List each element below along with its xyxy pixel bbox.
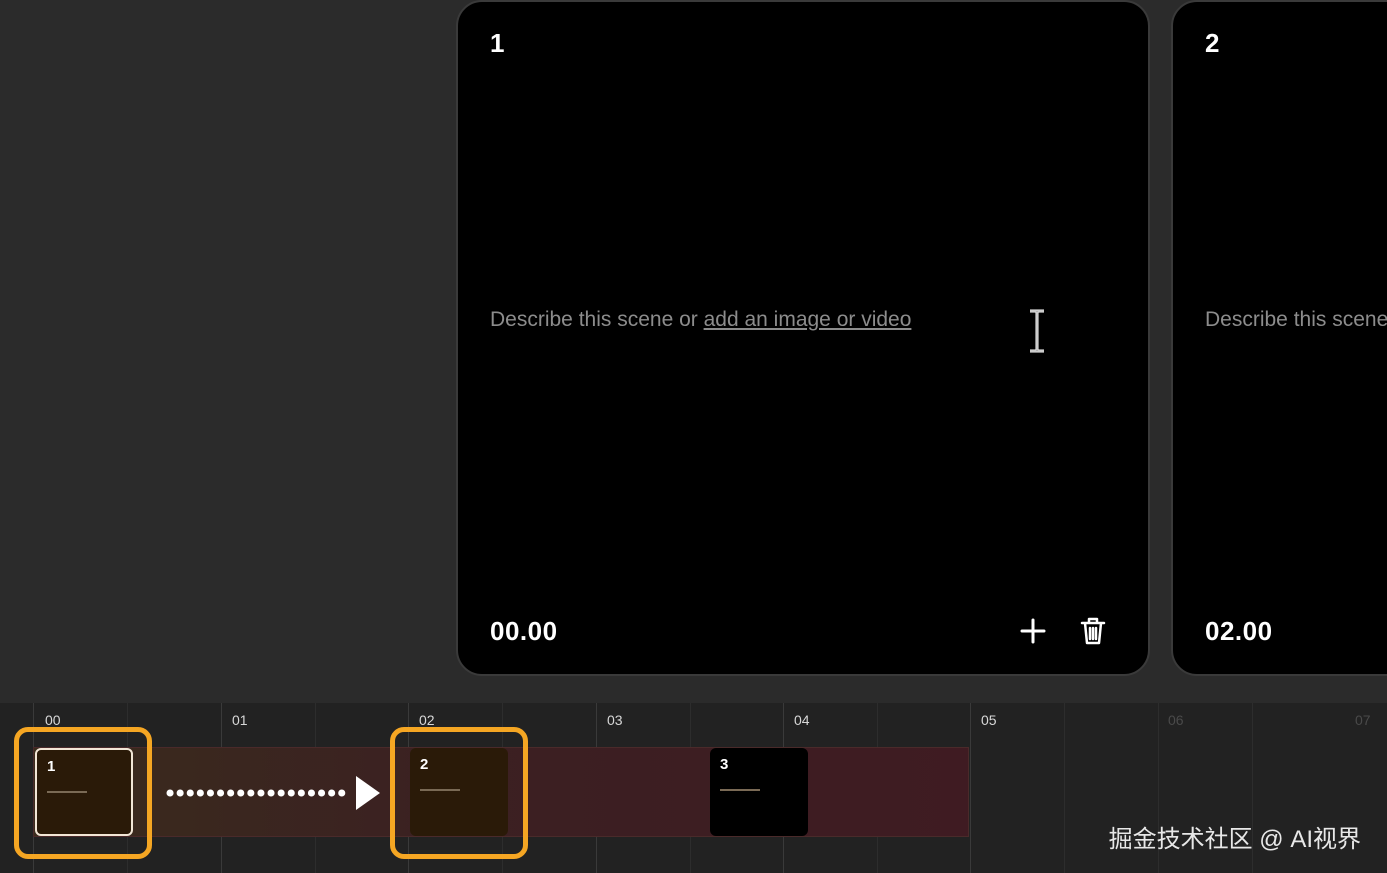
scene-number: 2 [1205,28,1220,58]
tick-label: 05 [981,712,997,728]
tick-label: 07 [1355,712,1371,728]
tick-label: 00 [45,712,61,728]
highlight-box-clip-1 [14,727,152,859]
add-icon[interactable] [1016,614,1050,648]
scene-time: 00.00 [490,616,558,646]
scene-number: 1 [490,28,505,58]
ruler-line [970,703,971,873]
add-media-link[interactable]: add an image or video [704,308,912,331]
ruler-line [1064,703,1065,873]
scene-card-2[interactable]: 2 Describe this scene 02.00 [1171,0,1387,676]
watermark: 掘金技术社区 @ AI视界 [1108,826,1361,853]
highlight-box-clip-2 [390,727,528,859]
tick-label: 04 [794,712,810,728]
tick-label: 06 [1168,712,1184,728]
scene-prompt-text: Describe this scene or [490,308,704,331]
trash-icon[interactable] [1076,614,1110,648]
scene-prompt[interactable]: Describe this scene [1205,308,1387,332]
scene-time: 02.00 [1205,616,1273,646]
arrow-icon [166,776,380,810]
timeline-clip-3[interactable]: 3 [710,748,808,836]
tick-label: 03 [607,712,623,728]
scene-prompt[interactable]: Describe this scene or add an image or v… [490,308,911,332]
tick-label: 02 [419,712,435,728]
tick-label: 01 [232,712,248,728]
clip-line [720,789,760,791]
scene-card-1[interactable]: 1 Describe this scene or add an image or… [456,0,1150,676]
clip-number: 3 [720,756,729,773]
text-cursor-icon [1030,309,1044,353]
